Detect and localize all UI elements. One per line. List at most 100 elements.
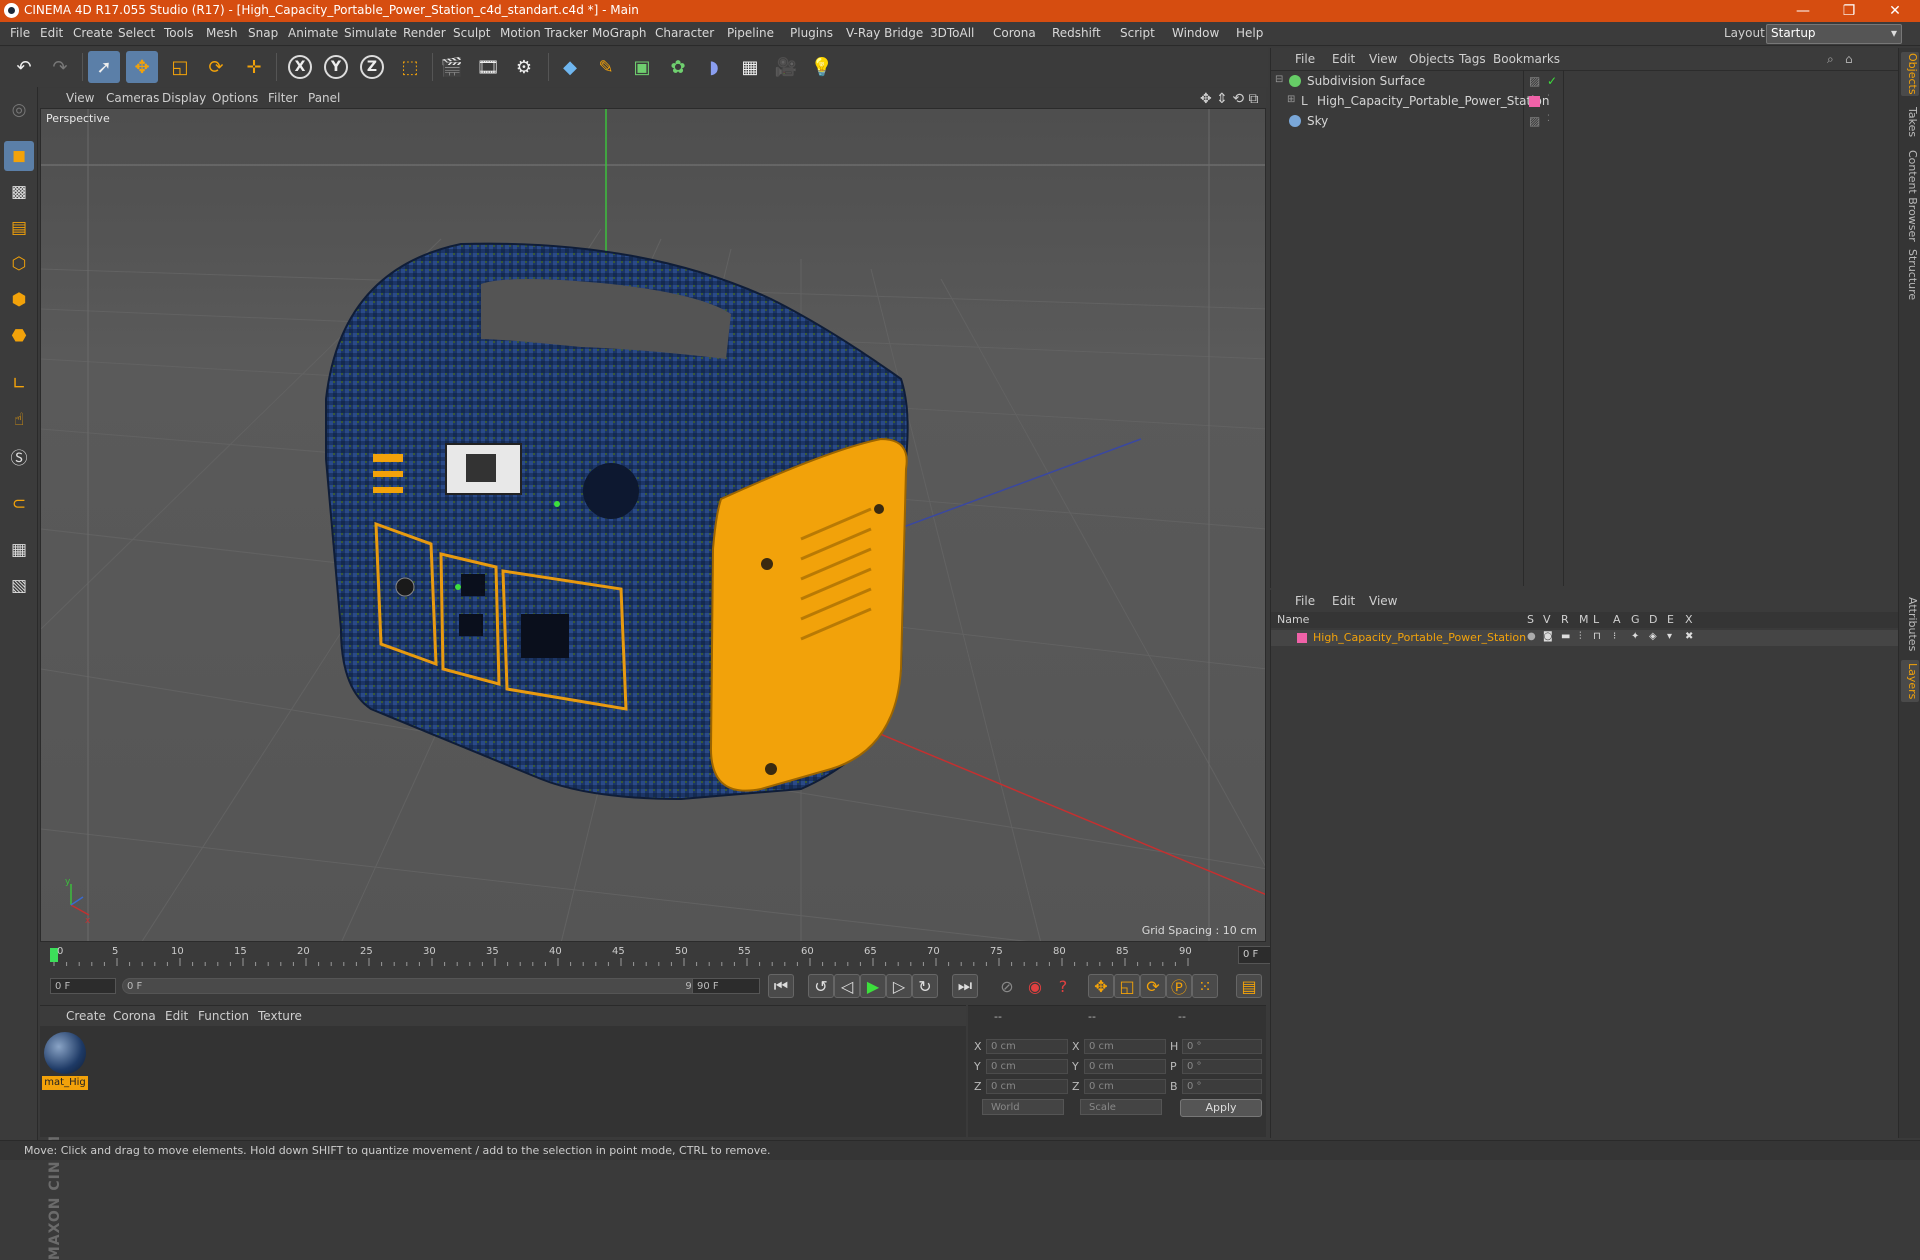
menu-character[interactable]: Character — [655, 26, 714, 40]
undo-icon[interactable]: ↶ — [8, 51, 40, 83]
end-frame-field[interactable]: 90 F — [692, 978, 760, 994]
material-name-label[interactable]: mat_Hig — [42, 1076, 88, 1090]
preview-range-slider[interactable]: 0 F 90 F — [122, 978, 722, 994]
viewport-menu-filter[interactable]: Filter — [268, 91, 298, 105]
rotation-b-field[interactable]: 0 ° — [1182, 1079, 1262, 1094]
size-y-field[interactable]: 0 cm — [1084, 1059, 1166, 1074]
viewport-menu-view[interactable]: View — [66, 91, 94, 105]
menu-motion-tracker[interactable]: Motion Tracker — [500, 26, 588, 40]
key-pla-icon[interactable]: ⁙ — [1192, 974, 1218, 998]
cube-object-icon[interactable]: ◆ — [554, 51, 586, 83]
layer-deformer-icon[interactable]: ◈ — [1649, 631, 1657, 642]
object-menu-edit[interactable]: Edit — [1332, 52, 1355, 66]
tab-content-browser[interactable]: Content Browser — [1901, 148, 1919, 244]
menu-script[interactable]: Script — [1120, 26, 1155, 40]
previous-key-icon[interactable]: ↺ — [808, 974, 834, 998]
solo-icon[interactable]: Ⓢ — [4, 441, 34, 471]
coordinate-mode-dropdown[interactable]: World — [982, 1099, 1064, 1115]
size-z-field[interactable]: 0 cm — [1084, 1079, 1166, 1094]
key-parameter-icon[interactable]: Ⓟ — [1166, 974, 1192, 998]
z-axis-lock-icon[interactable]: Z — [356, 51, 388, 83]
position-x-field[interactable]: 0 cm — [986, 1039, 1068, 1054]
close-button[interactable]: ✕ — [1872, 0, 1918, 22]
rotation-h-field[interactable]: 0 ° — [1182, 1039, 1262, 1054]
viewport-menu-options[interactable]: Options — [212, 91, 258, 105]
redo-icon[interactable]: ↷ — [44, 51, 76, 83]
object-menu-view[interactable]: View — [1369, 52, 1397, 66]
menu-animate[interactable]: Animate — [288, 26, 338, 40]
object-menu-objects[interactable]: Objects — [1409, 52, 1454, 66]
material-menu-corona[interactable]: Corona — [113, 1009, 156, 1023]
layer-menu-edit[interactable]: Edit — [1332, 594, 1355, 608]
menu-corona[interactable]: Corona — [993, 26, 1036, 40]
go-to-end-icon[interactable]: ⏭ — [952, 974, 978, 998]
key-scale-icon[interactable]: ◱ — [1114, 974, 1140, 998]
material-menu-function[interactable]: Function — [198, 1009, 249, 1023]
locked-workplane-icon[interactable]: ▦ — [4, 535, 34, 565]
minimize-button[interactable]: — — [1780, 0, 1826, 22]
tab-attributes[interactable]: Attributes — [1901, 592, 1919, 656]
object-menu-tags[interactable]: Tags — [1459, 52, 1486, 66]
autokeying-icon[interactable]: ? — [1050, 974, 1076, 998]
menu-snap[interactable]: Snap — [248, 26, 278, 40]
viewport-menu-cameras[interactable]: Cameras — [106, 91, 159, 105]
pen-spline-icon[interactable]: ✎ — [590, 51, 622, 83]
layer-color-swatch[interactable] — [1529, 96, 1540, 107]
tweak-mode-icon[interactable]: ☝ — [4, 405, 34, 435]
menu-help[interactable]: Help — [1236, 26, 1263, 40]
position-z-field[interactable]: 0 cm — [986, 1079, 1068, 1094]
maximize-button[interactable]: ❐ — [1826, 0, 1872, 22]
polygons-mode-icon[interactable]: ⬣ — [4, 321, 34, 351]
rotation-p-field[interactable]: 0 ° — [1182, 1059, 1262, 1074]
layer-menu-file[interactable]: File — [1295, 594, 1315, 608]
points-mode-icon[interactable]: ⬡ — [4, 249, 34, 279]
deformer-icon[interactable]: ◗ — [698, 51, 730, 83]
menu-pipeline[interactable]: Pipeline — [727, 26, 774, 40]
light-icon[interactable]: 💡 — [806, 51, 838, 83]
menu-edit[interactable]: Edit — [40, 26, 63, 40]
tab-takes[interactable]: Takes — [1901, 104, 1919, 140]
material-menu-edit[interactable]: Edit — [165, 1009, 188, 1023]
menu-redshift[interactable]: Redshift — [1052, 26, 1101, 40]
tab-structure[interactable]: Structure — [1901, 248, 1919, 302]
layer-row-power-station[interactable]: High_Capacity_Portable_Power_Station ● ◙… — [1271, 630, 1899, 646]
material-menu-texture[interactable]: Texture — [258, 1009, 302, 1023]
go-to-start-icon[interactable]: ⏮ — [768, 974, 794, 998]
scale-tool-icon[interactable]: ◱ — [164, 51, 196, 83]
recent-tool-icon[interactable]: ✛ — [238, 51, 270, 83]
floor-icon[interactable]: ▦ — [734, 51, 766, 83]
layout-dropdown[interactable]: Startup — [1766, 24, 1902, 44]
size-mode-dropdown[interactable]: Scale — [1080, 1099, 1162, 1115]
apply-button[interactable]: Apply — [1180, 1099, 1262, 1117]
record-active-objects-icon[interactable]: ◉ — [1022, 974, 1048, 998]
coordinate-system-icon[interactable]: ⬚ — [394, 51, 426, 83]
edit-render-settings-icon[interactable]: ⚙ — [508, 51, 540, 83]
menu-tools[interactable]: Tools — [164, 26, 194, 40]
start-frame-field[interactable]: 0 F — [50, 978, 116, 994]
key-position-icon[interactable]: ✥ — [1088, 974, 1114, 998]
x-axis-lock-icon[interactable]: X — [284, 51, 316, 83]
render-view-icon[interactable]: 🎬 — [436, 51, 468, 83]
previous-frame-icon[interactable]: ◁ — [834, 974, 860, 998]
layer-lock-icon[interactable]: ⊓ — [1593, 631, 1601, 642]
power-station-model[interactable] — [325, 242, 909, 801]
y-axis-lock-icon[interactable]: Y — [320, 51, 352, 83]
menu-sculpt[interactable]: Sculpt — [453, 26, 490, 40]
object-row-sky[interactable]: Sky ▨ ⁚ — [1271, 112, 1899, 131]
model-mode-icon[interactable]: ◼ — [4, 141, 34, 171]
layer-animation-icon[interactable]: ⁝ — [1613, 631, 1616, 642]
menu-mograph[interactable]: MoGraph — [592, 26, 647, 40]
object-menu-file[interactable]: File — [1295, 52, 1315, 66]
planar-workplane-icon[interactable]: ▧ — [4, 571, 34, 601]
menu-render[interactable]: Render — [403, 26, 446, 40]
play-icon[interactable]: ▶ — [860, 974, 886, 998]
workplane-mode-icon[interactable]: ▤ — [4, 213, 34, 243]
snap-magnet-icon[interactable]: ⊂ — [4, 489, 34, 519]
material-menu-create[interactable]: Create — [66, 1009, 106, 1023]
texture-mode-icon[interactable]: ▩ — [4, 177, 34, 207]
viewport-menu-display[interactable]: Display — [162, 91, 206, 105]
menu-3dtoall[interactable]: 3DToAll — [930, 26, 974, 40]
material-preview-swatch[interactable] — [44, 1032, 86, 1074]
layer-color-swatch[interactable] — [1297, 633, 1307, 643]
key-rotation-icon[interactable]: ⟳ — [1140, 974, 1166, 998]
